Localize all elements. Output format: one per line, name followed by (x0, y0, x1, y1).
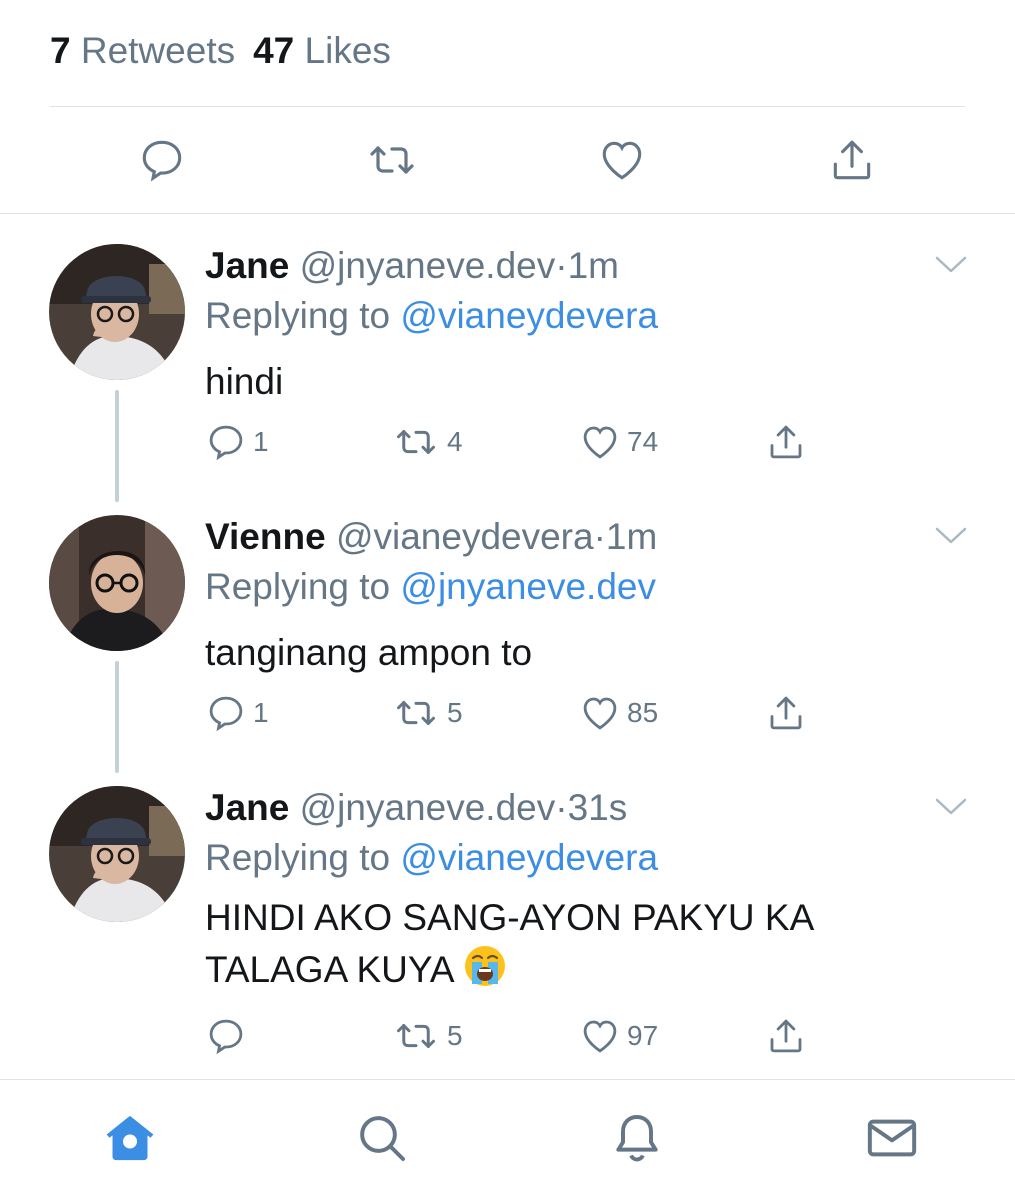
tweet-text-line: TALAGA KUYA (205, 944, 814, 996)
divider (50, 106, 965, 107)
retweet-count: 5 (447, 1020, 463, 1051)
tweet-action-bar: 1 5 85 (205, 691, 825, 735)
retweet-action[interactable]: 5 (391, 1014, 463, 1058)
timestamp: 1m (567, 245, 619, 286)
retweet-count: 5 (447, 697, 463, 728)
tweet-stats: 7 Retweets 47 Likes (50, 30, 391, 72)
reply-icon (209, 1019, 243, 1055)
tweet-text: HINDI AKO SANG-AYON PAKYU KA TALAGA KUYA (205, 892, 814, 996)
like-count: 74 (627, 426, 659, 457)
like-count: 97 (627, 1020, 659, 1051)
retweet-icon (397, 430, 435, 454)
like-action[interactable]: 85 (579, 691, 658, 735)
share-icon (770, 425, 802, 459)
display-name[interactable]: Jane (205, 245, 289, 286)
username[interactable]: @jnyaneve.dev (300, 245, 556, 286)
retweets-count[interactable]: 7 (50, 30, 71, 71)
tweet-text-line: HINDI AKO SANG-AYON PAKYU KA (205, 897, 815, 938)
display-name[interactable]: Jane (205, 787, 289, 828)
share-action[interactable] (765, 1014, 813, 1058)
notifications-icon (616, 1115, 658, 1162)
like-count: 85 (627, 697, 659, 728)
replying-label: Replying to (205, 295, 391, 336)
divider (0, 213, 1015, 214)
like-action[interactable]: 74 (579, 420, 658, 464)
likes-count[interactable]: 47 (253, 30, 294, 71)
username[interactable]: @vianeydevera (336, 516, 594, 557)
tweet-action-bar: 1 4 74 (205, 420, 825, 464)
avatar[interactable] (49, 244, 185, 380)
like-icon (583, 1020, 617, 1053)
replying-to: Replying to @vianeydevera (205, 836, 658, 880)
bottom-tab-bar (0, 1080, 1015, 1200)
reply-count: 1 (253, 426, 269, 457)
separator: · (555, 245, 568, 286)
tab-notifications[interactable] (607, 1108, 667, 1168)
retweet-action[interactable]: 5 (391, 691, 463, 735)
reply-icon[interactable] (132, 130, 192, 190)
replying-to: Replying to @jnyaneve.dev (205, 565, 656, 609)
loudly-crying-face-icon (464, 946, 505, 986)
chevron-down-icon[interactable] (934, 796, 968, 818)
search-icon (360, 1116, 405, 1161)
reply-action[interactable]: 1 (205, 691, 269, 735)
replying-to: Replying to @vianeydevera (205, 294, 658, 338)
display-name[interactable]: Vienne (205, 516, 326, 557)
tab-search[interactable] (352, 1108, 412, 1168)
thread-line (115, 661, 119, 773)
reply-count: 1 (253, 697, 269, 728)
reply-icon (209, 425, 243, 461)
replying-label: Replying to (205, 566, 391, 607)
thread-line (115, 390, 119, 502)
like-icon[interactable] (592, 130, 652, 190)
separator: · (555, 787, 568, 828)
tweet-header: Jane @jnyaneve.dev·1m (205, 244, 619, 288)
share-action[interactable] (765, 691, 813, 735)
tweet-text: tanginang ampon to (205, 632, 533, 673)
like-icon (583, 426, 617, 459)
replying-label: Replying to (205, 837, 391, 878)
retweet-icon (397, 1024, 435, 1048)
separator: · (593, 516, 606, 557)
retweets-label[interactable]: Retweets (81, 30, 235, 71)
mention-link[interactable]: @vianeydevera (400, 837, 658, 878)
reply-action[interactable] (205, 1014, 253, 1058)
retweet-count: 4 (447, 426, 463, 457)
tab-home[interactable] (100, 1108, 160, 1168)
reply-icon (209, 696, 243, 732)
tweet-header: Vienne @vianeydevera·1m (205, 515, 657, 559)
timestamp: 1m (605, 516, 658, 557)
share-icon (770, 1019, 802, 1053)
share-icon[interactable] (822, 130, 882, 190)
likes-label[interactable]: Likes (305, 30, 391, 71)
share-action[interactable] (765, 420, 813, 464)
like-action[interactable]: 97 (579, 1014, 658, 1058)
tweet-text-segment: TALAGA KUYA (205, 949, 455, 990)
tweet-text: hindi (205, 361, 284, 402)
tweet-action-bar: 5 97 (205, 1014, 825, 1058)
retweet-action[interactable]: 4 (391, 420, 463, 464)
timestamp: 31s (567, 787, 628, 828)
username[interactable]: @jnyaneve.dev (300, 787, 556, 828)
tab-messages[interactable] (862, 1108, 922, 1168)
mention-link[interactable]: @vianeydevera (400, 295, 658, 336)
chevron-down-icon[interactable] (934, 254, 968, 276)
avatar[interactable] (49, 786, 185, 922)
tweet-header: Jane @jnyaneve.dev·31s (205, 786, 627, 830)
reply-action[interactable]: 1 (205, 420, 269, 464)
messages-icon (867, 1119, 917, 1157)
like-icon (583, 697, 617, 730)
retweet-icon (397, 701, 435, 725)
share-icon (770, 696, 802, 730)
chevron-down-icon[interactable] (934, 525, 968, 547)
main-action-bar (0, 130, 1015, 190)
home-icon (106, 1115, 154, 1161)
retweet-icon[interactable] (362, 130, 422, 190)
mention-link[interactable]: @jnyaneve.dev (400, 566, 656, 607)
avatar[interactable] (49, 515, 185, 651)
